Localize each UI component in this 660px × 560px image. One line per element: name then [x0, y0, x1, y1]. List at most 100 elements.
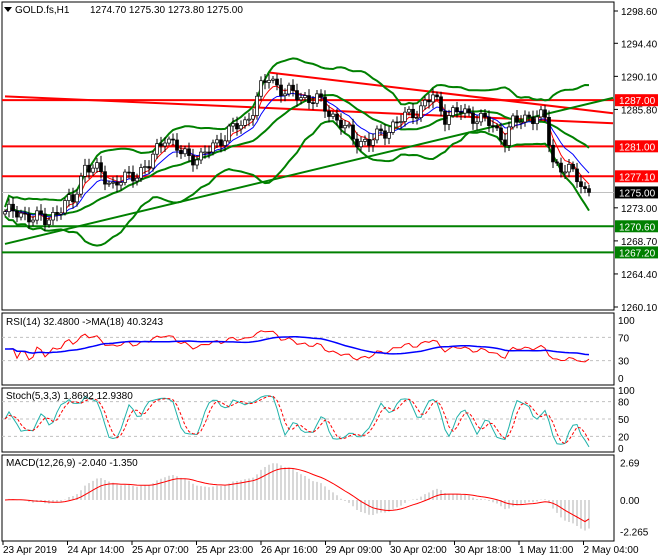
candle-body — [543, 109, 547, 118]
candle-body — [547, 116, 551, 146]
macd-tick-label: -2.265 — [620, 528, 649, 539]
rsi-label: RSI(14) 32.4800 ->MA(18) 40.3243 — [6, 317, 163, 328]
candle-body — [235, 123, 239, 130]
trading-chart[interactable]: 1298.60 1294.40 1290.10 1285.80 1273.00 1268.… — [0, 0, 660, 560]
price-level-label: 1267.20 — [619, 248, 656, 259]
candle-body — [275, 78, 279, 86]
candle-body — [251, 115, 255, 120]
rsi-tick-label: 70 — [618, 333, 630, 344]
candle-body — [483, 112, 487, 118]
candle-body — [343, 125, 347, 129]
time-tick-label: 30 Apr 18:00 — [455, 545, 512, 556]
price-level-label: 1281.00 — [619, 142, 656, 153]
candle-body — [287, 84, 291, 95]
candle-body — [131, 171, 135, 182]
time-tick-label: 2 May 04:00 — [584, 545, 639, 556]
candle-body — [195, 159, 199, 166]
ohlc-header: 1274.70 1275.30 1273.80 1275.00 — [90, 5, 243, 16]
candle-body — [563, 171, 567, 174]
candle-body — [355, 138, 359, 148]
candle-body — [279, 84, 283, 97]
sell-arrow-icon — [4, 7, 12, 12]
candle-body — [455, 107, 459, 113]
rsi-ma-line — [5, 335, 590, 356]
candle-body — [159, 143, 163, 147]
candle-body — [127, 171, 131, 174]
candle-body — [91, 167, 95, 173]
ma-slow — [4, 92, 590, 218]
candle-body — [323, 96, 327, 112]
candle-body — [39, 210, 43, 215]
candle-body — [199, 151, 203, 161]
candle-body — [139, 167, 143, 179]
candle-body — [567, 163, 571, 173]
candle-body — [439, 96, 443, 112]
macd-label: MACD(12,26,9) -2.040 -1.350 — [6, 458, 138, 469]
candle-body — [559, 162, 563, 173]
price-tick-label: 1264.40 — [621, 270, 658, 281]
candle-body — [495, 125, 499, 129]
price-tick-label: 1290.10 — [621, 72, 658, 83]
candle-body — [375, 128, 379, 141]
candle-body — [163, 142, 167, 147]
candle-body — [531, 116, 535, 125]
candle-body — [151, 153, 155, 169]
stoch-main-line — [4, 395, 590, 448]
price-level-label: 1270.60 — [619, 222, 656, 233]
candle-body — [315, 93, 319, 104]
candle-body — [147, 166, 151, 169]
candle-body — [203, 151, 207, 154]
candle-body — [63, 200, 67, 214]
candle-body — [443, 110, 447, 125]
candle-body — [447, 115, 451, 125]
candle-body — [579, 181, 583, 187]
stoch-tick-label: 50 — [618, 415, 630, 426]
trendline — [4, 96, 614, 245]
candle-body — [587, 188, 591, 193]
candle-body — [31, 219, 35, 223]
price-level-label: 1287.00 — [619, 96, 656, 107]
candle-body — [419, 105, 423, 118]
candle-body — [407, 108, 411, 113]
candle-body — [267, 79, 271, 83]
candle-body — [383, 130, 387, 139]
panel-frame — [1, 1, 615, 311]
candle-body — [75, 193, 79, 203]
candle-body — [211, 142, 215, 153]
candle-body — [115, 181, 119, 186]
candle-body — [119, 182, 123, 186]
candle-body — [351, 124, 355, 140]
stoch-label: Stoch(5,3,3) 1.8692 12.9380 — [6, 391, 133, 402]
candle-body — [551, 144, 555, 163]
candle-body — [167, 138, 171, 144]
candle-body — [271, 78, 275, 81]
candle-body — [247, 118, 251, 121]
candle-body — [67, 194, 71, 201]
stoch-tick-label: 80 — [618, 398, 630, 409]
time-tick-label: 24 Apr 14:00 — [68, 545, 125, 556]
price-level-label: 1275.00 — [619, 188, 656, 199]
candle-body — [503, 139, 507, 146]
candle-body — [307, 95, 311, 103]
candle-body — [47, 219, 51, 225]
price-tick-label: 1273.00 — [621, 204, 658, 215]
candle-body — [475, 121, 479, 124]
candle-body — [259, 80, 263, 97]
candle-body — [15, 210, 19, 218]
candle-body — [55, 212, 59, 215]
chart-svg[interactable]: 1298.601294.401290.101285.801273.001268.… — [0, 0, 660, 560]
candle-body — [423, 99, 427, 107]
macd-tick-label: 2.69 — [620, 458, 640, 469]
candle-body — [135, 177, 139, 182]
candle-body — [363, 138, 367, 142]
candle-body — [535, 116, 539, 125]
candle-body — [35, 210, 39, 221]
candle-body — [519, 121, 523, 124]
symbol-header: GOLD.fs,H1 — [15, 5, 70, 16]
candle-body — [103, 171, 107, 185]
price-tick-label: 1298.60 — [621, 7, 658, 18]
rsi-tick-label: 100 — [618, 316, 635, 327]
candle-body — [183, 148, 187, 155]
candle-body — [299, 97, 303, 101]
candle-body — [339, 119, 343, 129]
